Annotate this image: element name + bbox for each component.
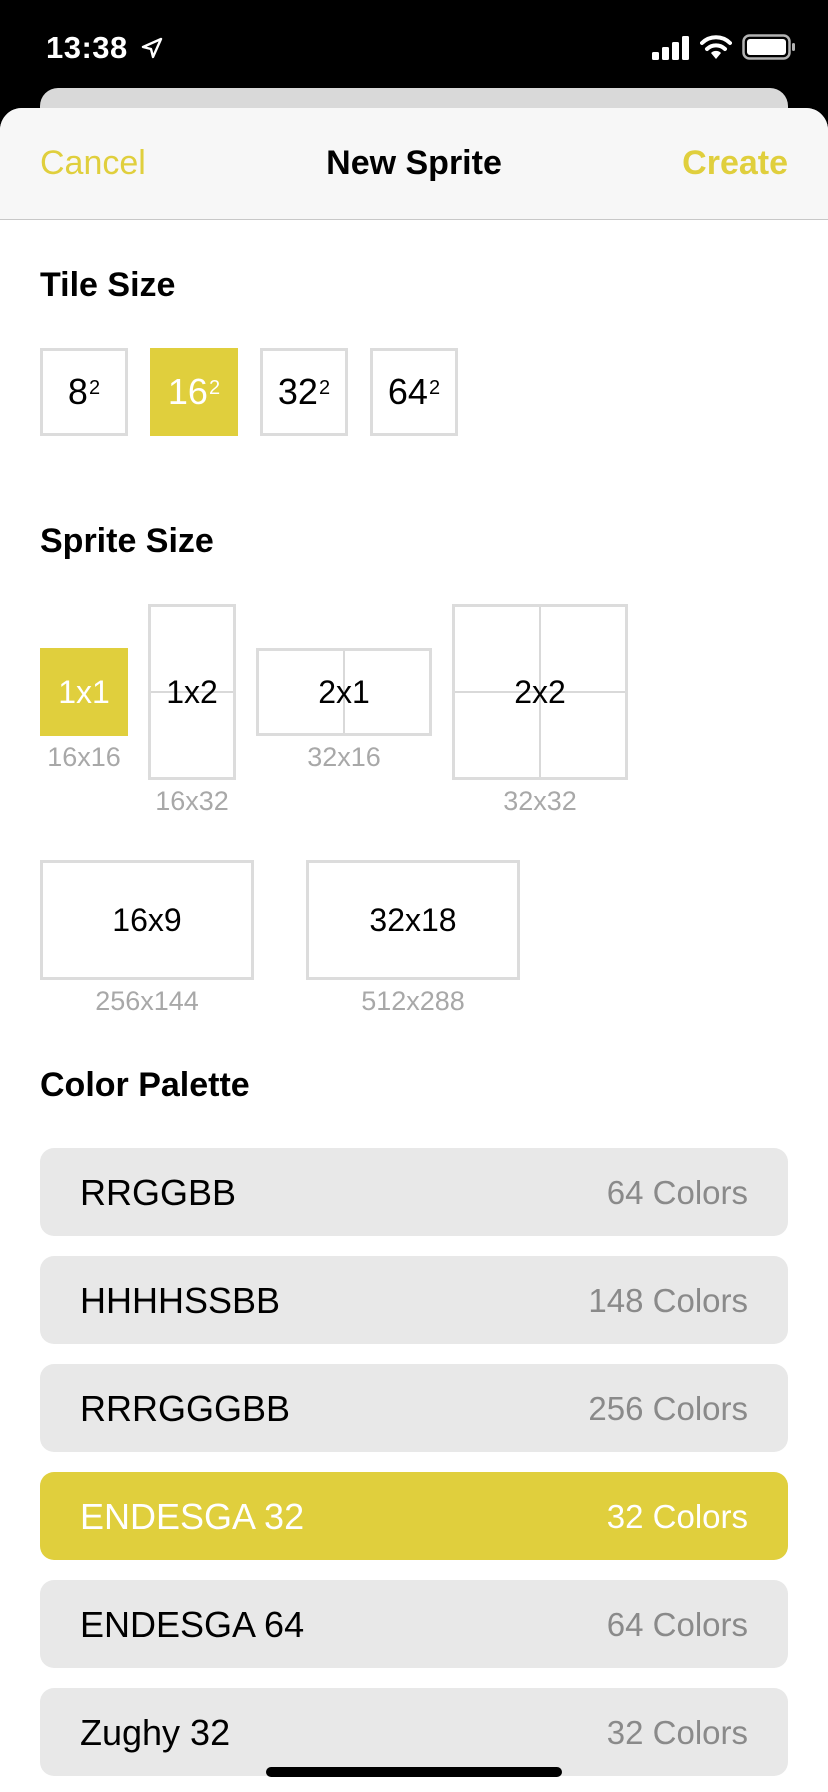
sprite-size-16x9-button[interactable]: 16x9: [40, 860, 254, 980]
color-palette-heading: Color Palette: [40, 1066, 250, 1104]
sprite-pixel-size: 256x144: [95, 986, 199, 1016]
status-bar: 13:38: [0, 0, 828, 100]
location-arrow-icon: [141, 37, 163, 59]
sprite-size-label: 1x1: [58, 673, 110, 710]
palette-name: RRGGBB: [80, 1172, 237, 1213]
palette-row-endesga-32[interactable]: ENDESGA 32 32 Colors: [40, 1472, 788, 1560]
palette-color-count: 32 Colors: [606, 1714, 748, 1751]
create-button[interactable]: Create: [682, 144, 788, 183]
sprite-pixel-size: 16x16: [47, 742, 121, 772]
tile-size-label: 16: [167, 371, 208, 412]
palette-name: ENDESGA 64: [80, 1604, 305, 1645]
wifi-icon: [700, 35, 732, 59]
palette-color-count: 256 Colors: [588, 1390, 748, 1427]
sprite-size-2x2-button[interactable]: 2x2: [452, 604, 628, 780]
tile-size-32-button[interactable]: 32 2: [260, 348, 348, 436]
palette-name: RRRGGGBB: [80, 1388, 291, 1429]
palette-name: Zughy 32: [80, 1712, 231, 1753]
tile-size-16-button[interactable]: 16 2: [150, 348, 238, 436]
palette-row-rrggbb[interactable]: RRGGBB 64 Colors: [40, 1148, 788, 1236]
palette-name: HHHHSSBB: [80, 1280, 281, 1321]
palette-color-count: 148 Colors: [588, 1282, 748, 1319]
palette-row-hhhhssbb[interactable]: HHHHSSBB 148 Colors: [40, 1256, 788, 1344]
sprite-size-label: 32x18: [369, 901, 457, 938]
sprite-size-1x1-button[interactable]: 1x1: [40, 648, 128, 736]
sprite-size-heading: Sprite Size: [40, 522, 214, 560]
sprite-pixel-size: 32x32: [503, 786, 577, 816]
palette-row-zughy-32[interactable]: Zughy 32 32 Colors: [40, 1688, 788, 1776]
palette-row-endesga-64[interactable]: ENDESGA 64 64 Colors: [40, 1580, 788, 1668]
sprite-size-32x18-button[interactable]: 32x18: [306, 860, 520, 980]
sprite-size-label: 2x1: [318, 673, 370, 710]
tile-size-label: 64: [387, 371, 428, 412]
tile-size-exponent: 2: [318, 376, 331, 399]
tile-size-exponent: 2: [88, 376, 101, 399]
palette-color-count: 64 Colors: [606, 1606, 748, 1643]
sprite-size-label: 2x2: [514, 673, 566, 710]
new-sprite-sheet: Cancel New Sprite Create Tile Size 82 16…: [0, 108, 828, 1792]
sprite-size-label: 1x2: [166, 673, 218, 710]
cellular-signal-icon: [652, 36, 689, 60]
tile-size-64-button[interactable]: 64 2: [370, 348, 458, 436]
palette-row-rrrgggbb[interactable]: RRRGGGBB 256 Colors: [40, 1364, 788, 1452]
sprite-pixel-size: 32x16: [307, 742, 381, 772]
status-time: 13:38: [46, 30, 128, 65]
palette-color-count: 64 Colors: [606, 1174, 748, 1211]
tile-size-8-button[interactable]: 82: [40, 348, 128, 436]
sprite-size-label: 16x9: [112, 901, 182, 938]
tile-size-label: 8: [67, 371, 88, 412]
sprite-size-1x2-button[interactable]: 1x2: [148, 604, 236, 780]
sprite-pixel-size: 512x288: [361, 986, 465, 1016]
tile-size-heading: Tile Size: [40, 266, 176, 304]
tile-size-label: 32: [277, 371, 318, 412]
tile-size-exponent: 2: [428, 376, 441, 399]
tile-size-exponent: 2: [208, 376, 221, 399]
sprite-pixel-size: 16x32: [155, 786, 229, 816]
sprite-size-2x1-button[interactable]: 2x1: [256, 648, 432, 736]
battery-icon: [742, 34, 795, 60]
palette-color-count: 32 Colors: [606, 1498, 748, 1535]
home-indicator[interactable]: [266, 1767, 562, 1777]
navigation-bar: Cancel New Sprite Create: [0, 108, 828, 220]
palette-name: ENDESGA 32: [80, 1496, 305, 1537]
